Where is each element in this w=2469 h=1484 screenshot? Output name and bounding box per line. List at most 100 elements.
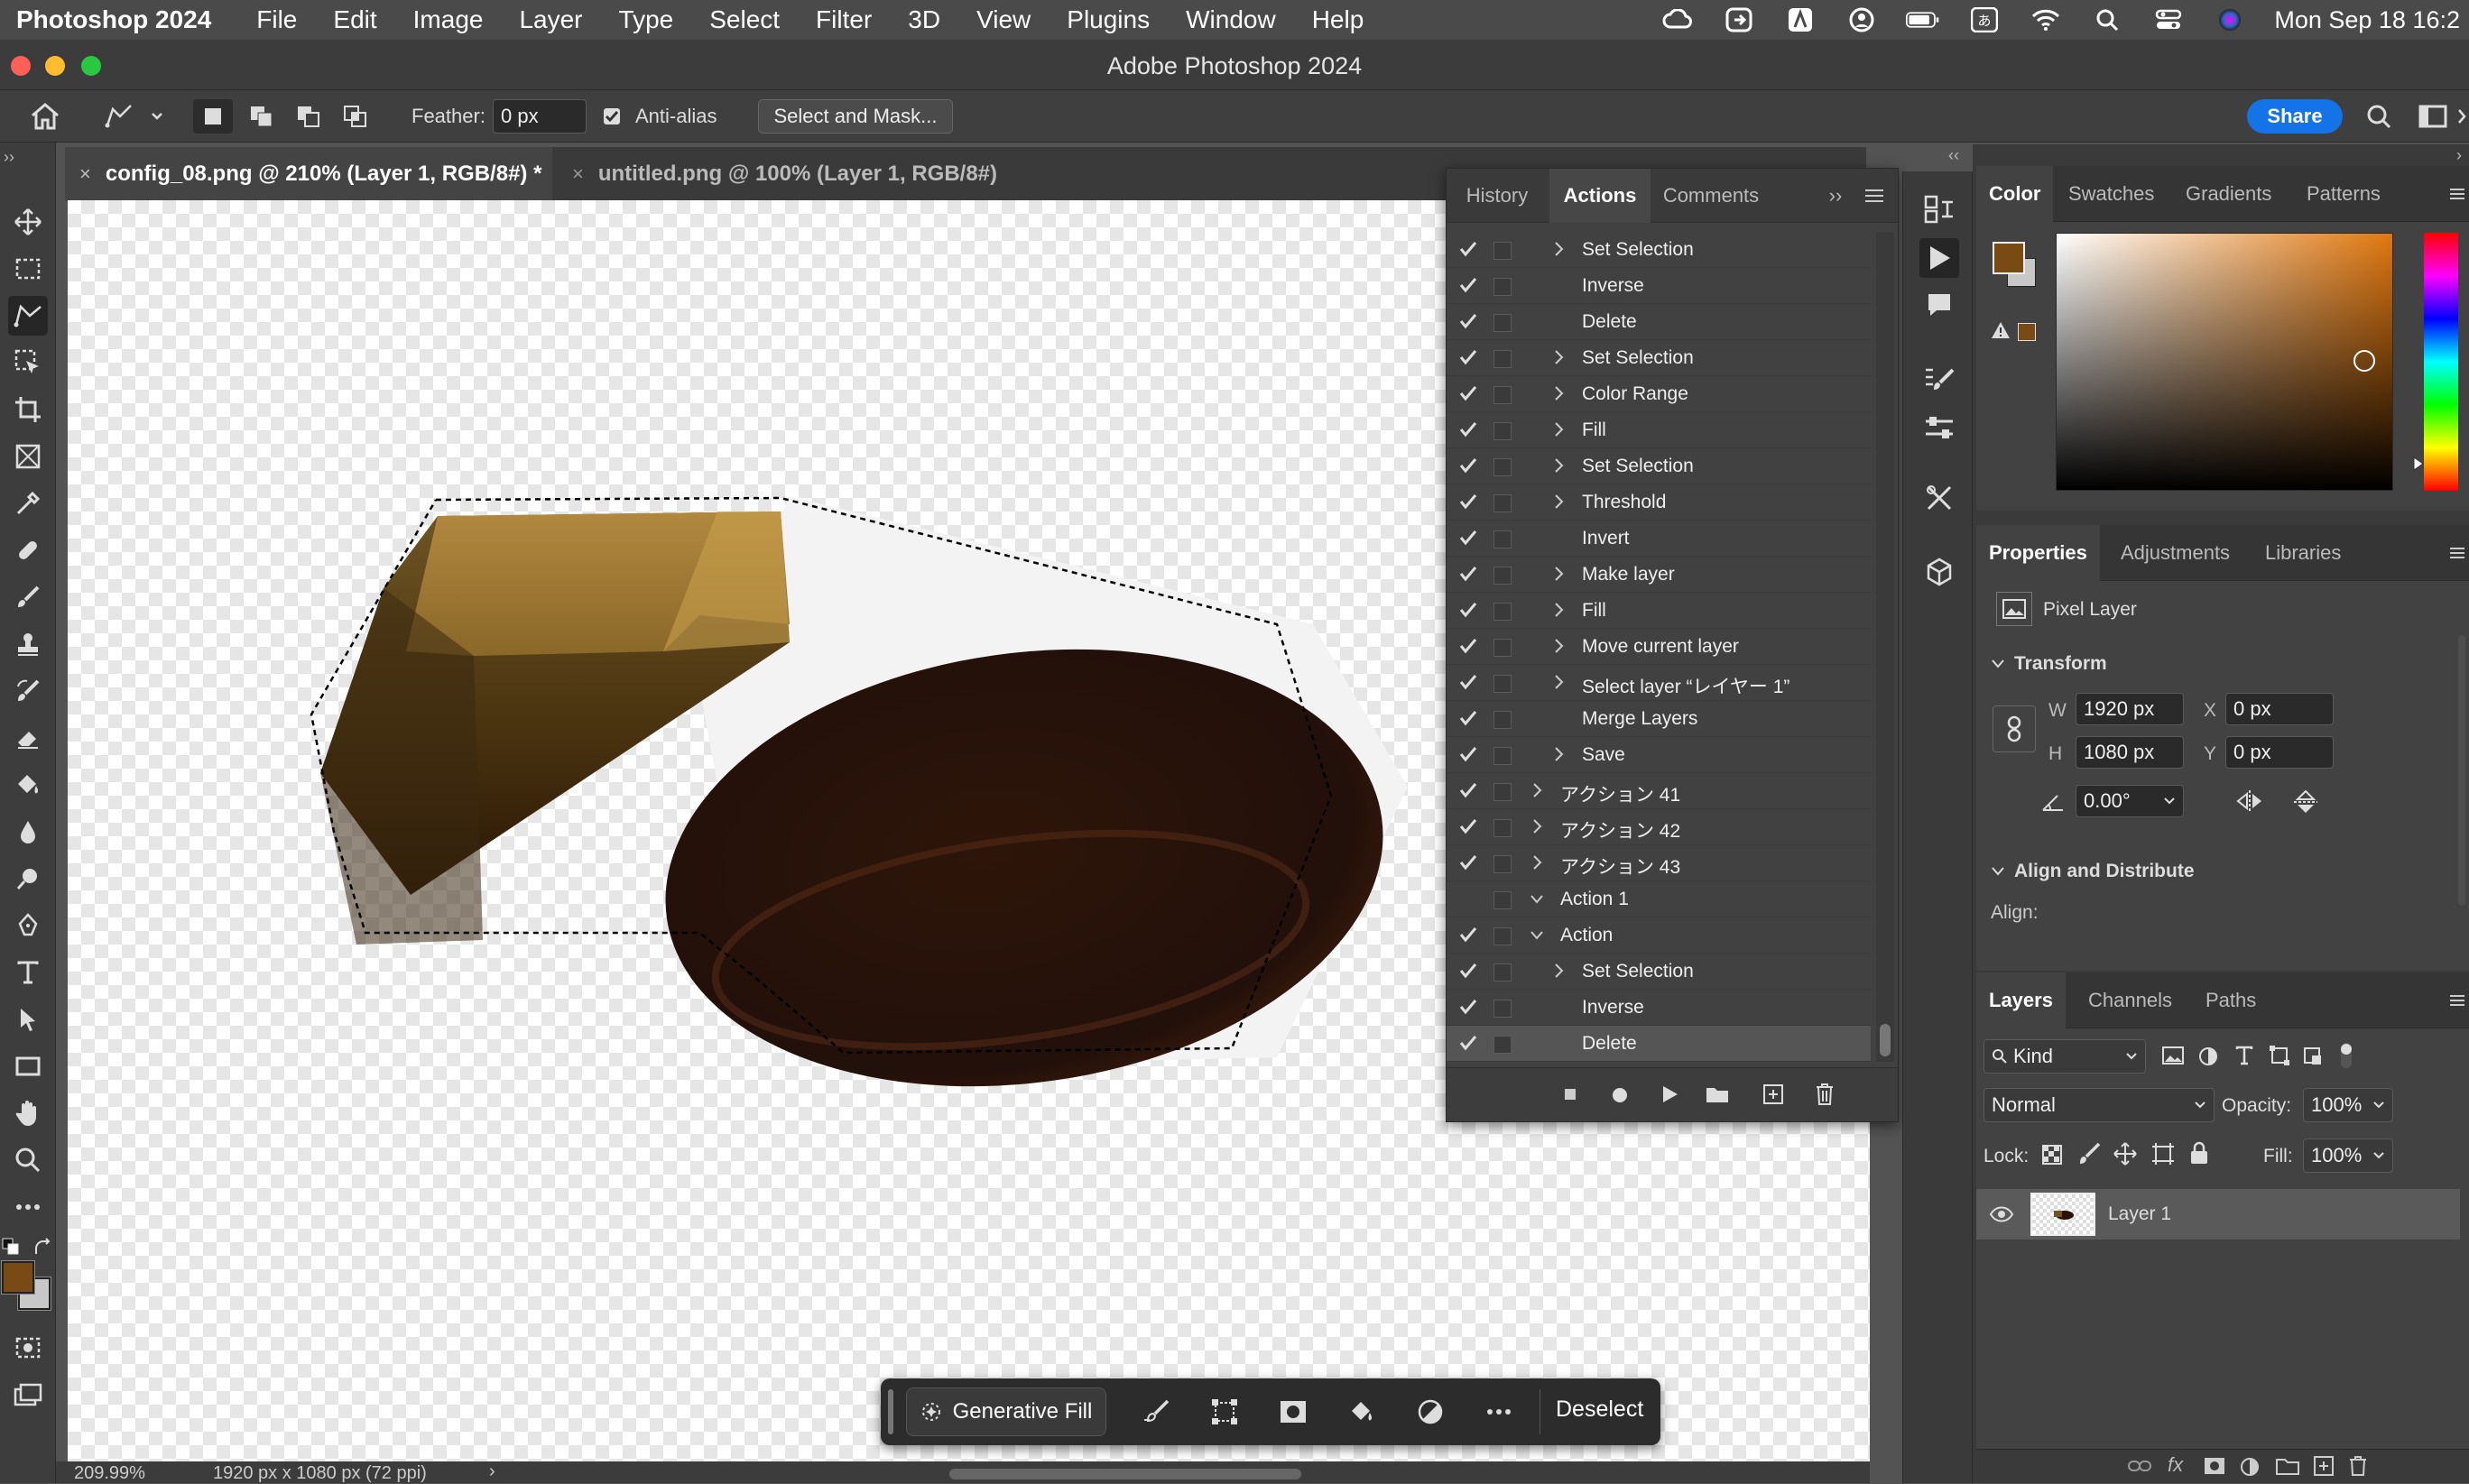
fill-selection-icon[interactable] <box>1348 1398 1375 1425</box>
paint-bucket-tool-icon[interactable] <box>8 765 48 805</box>
include-checkmark-icon[interactable] <box>1459 854 1477 871</box>
menu-view[interactable]: View <box>976 5 1031 34</box>
action-row[interactable]: Invert <box>1447 521 1871 557</box>
lasso-preset-picker[interactable] <box>97 99 170 134</box>
include-checkmark-icon[interactable] <box>1459 746 1477 762</box>
link-layers-icon[interactable] <box>2128 1459 2151 1473</box>
more-chevron-icon[interactable] <box>2456 99 2469 134</box>
include-checkmark-icon[interactable] <box>1459 999 1477 1015</box>
filter-pixel-icon[interactable] <box>2162 1046 2184 1065</box>
include-checkmark-icon[interactable] <box>1459 241 1477 257</box>
siri-icon[interactable] <box>2213 6 2247 33</box>
dialog-toggle-box[interactable] <box>1493 963 1512 982</box>
layer-style-fx-icon[interactable]: fx <box>2168 1453 2183 1477</box>
app-a-icon[interactable] <box>1783 6 1817 33</box>
action-row[interactable]: Set Selection <box>1447 954 1871 990</box>
chevron-right-icon[interactable] <box>1531 854 1542 871</box>
include-checkmark-icon[interactable] <box>1459 385 1477 401</box>
path-selection-tool-icon[interactable] <box>8 1000 48 1039</box>
status-info-chevron-icon[interactable]: › <box>489 1461 495 1482</box>
history-brush-tool-icon[interactable] <box>8 671 48 711</box>
dialog-toggle-box[interactable] <box>1493 242 1512 260</box>
actions-scrollbar[interactable] <box>1876 232 1894 1062</box>
dialog-toggle-box[interactable] <box>1493 747 1512 765</box>
rectangle-tool-icon[interactable] <box>8 1046 48 1086</box>
properties-scrollbar[interactable] <box>2458 635 2465 906</box>
expand-panel-icon[interactable]: ›› <box>1822 169 1849 223</box>
input-method-icon[interactable]: あ <box>1967 6 2002 33</box>
gamut-color-swatch[interactable] <box>2018 323 2036 341</box>
chevron-right-icon[interactable] <box>1553 421 1564 438</box>
action-row[interactable]: Move current layer <box>1447 629 1871 665</box>
dialog-toggle-box[interactable] <box>1493 603 1512 621</box>
screen-share-icon[interactable] <box>1722 6 1756 33</box>
action-row[interactable]: Color Range <box>1447 376 1871 412</box>
chevron-right-icon[interactable] <box>1553 963 1564 979</box>
zoom-tool-icon[interactable] <box>8 1140 48 1180</box>
chevron-down-icon[interactable] <box>1530 894 1544 905</box>
flip-horizontal-icon[interactable] <box>2234 788 2265 814</box>
expand-right-panels-icon[interactable]: › <box>2456 146 2462 165</box>
tab-paths[interactable]: Paths <box>2193 972 2269 1028</box>
include-checkmark-icon[interactable] <box>1459 674 1477 690</box>
app-menu[interactable]: Photoshop 2024 <box>16 5 211 34</box>
chevron-right-icon[interactable] <box>1553 566 1564 582</box>
opacity-field[interactable]: 100% <box>2303 1088 2393 1122</box>
include-checkmark-icon[interactable] <box>1459 566 1477 582</box>
flip-vertical-icon[interactable] <box>2292 788 2319 816</box>
action-row[interactable]: アクション 41 <box>1447 773 1871 809</box>
visibility-eye-icon[interactable] <box>1989 1205 2014 1223</box>
action-row[interactable]: Action 1 <box>1447 881 1871 917</box>
add-mask-icon[interactable] <box>2204 1457 2225 1475</box>
hue-slider-handle[interactable] <box>2413 456 2424 471</box>
include-checkmark-icon[interactable] <box>1459 963 1477 979</box>
include-checkmark-icon[interactable] <box>1459 530 1477 546</box>
chevron-right-icon[interactable] <box>1553 638 1564 654</box>
dialog-toggle-box[interactable] <box>1493 350 1512 368</box>
include-checkmark-icon[interactable] <box>1459 602 1477 618</box>
adjustment-presets-icon[interactable] <box>1919 408 1959 447</box>
menu-help[interactable]: Help <box>1312 5 1364 34</box>
action-row[interactable]: Set Selection <box>1447 340 1871 376</box>
home-icon[interactable] <box>25 99 65 134</box>
action-row[interactable]: Save <box>1447 737 1871 773</box>
include-checkmark-icon[interactable] <box>1459 493 1477 510</box>
color-panel-menu-icon[interactable] <box>2437 166 2469 222</box>
chevron-right-icon[interactable] <box>1553 746 1564 762</box>
generative-fill-button[interactable]: Generative Fill <box>906 1387 1106 1436</box>
color-field[interactable] <box>2056 233 2393 491</box>
action-row[interactable]: Make layer <box>1447 557 1871 593</box>
share-button[interactable]: Share <box>2247 99 2343 134</box>
dialog-toggle-box[interactable] <box>1493 422 1512 440</box>
chevron-right-icon[interactable] <box>1553 349 1564 365</box>
chevron-right-icon[interactable] <box>1553 493 1564 510</box>
delete-layer-icon[interactable] <box>2348 1455 2368 1477</box>
color-foreground-swatch[interactable] <box>1993 242 2025 274</box>
new-layer-icon[interactable] <box>2314 1456 2334 1476</box>
3d-panel-icon[interactable] <box>1919 552 1959 592</box>
frame-tool-icon[interactable] <box>8 437 48 476</box>
y-field[interactable]: 0 px <box>2225 736 2334 769</box>
tab-channels[interactable]: Channels <box>2076 972 2185 1028</box>
include-checkmark-icon[interactable] <box>1459 782 1477 798</box>
control-center-icon[interactable] <box>2151 6 2186 33</box>
dialog-toggle-box[interactable] <box>1493 927 1512 945</box>
dialog-toggle-box[interactable] <box>1493 891 1512 909</box>
filter-toggle-icon[interactable] <box>2337 1041 2355 1070</box>
object-selection-tool-icon[interactable] <box>8 343 48 383</box>
menu-layer[interactable]: Layer <box>519 5 582 34</box>
lock-artboard-icon[interactable] <box>2151 1142 2175 1166</box>
tab-color[interactable]: Color <box>1976 166 2054 222</box>
action-row[interactable]: Delete <box>1447 1026 1871 1062</box>
quick-mask-icon[interactable] <box>8 1328 48 1368</box>
brush-tool-icon[interactable] <box>8 577 48 617</box>
filter-shape-icon[interactable] <box>2269 1045 2290 1066</box>
action-row[interactable]: Threshold <box>1447 484 1871 521</box>
menu-file[interactable]: File <box>256 5 297 34</box>
dialog-toggle-box[interactable] <box>1493 1000 1512 1018</box>
color-field-picker[interactable] <box>2353 350 2375 372</box>
properties-panel-menu-icon[interactable] <box>2437 525 2469 581</box>
adjustment-layer-icon[interactable] <box>1417 1398 1444 1425</box>
action-row[interactable]: Action <box>1447 917 1871 954</box>
layer-kind-filter[interactable]: Kind <box>1984 1039 2146 1074</box>
